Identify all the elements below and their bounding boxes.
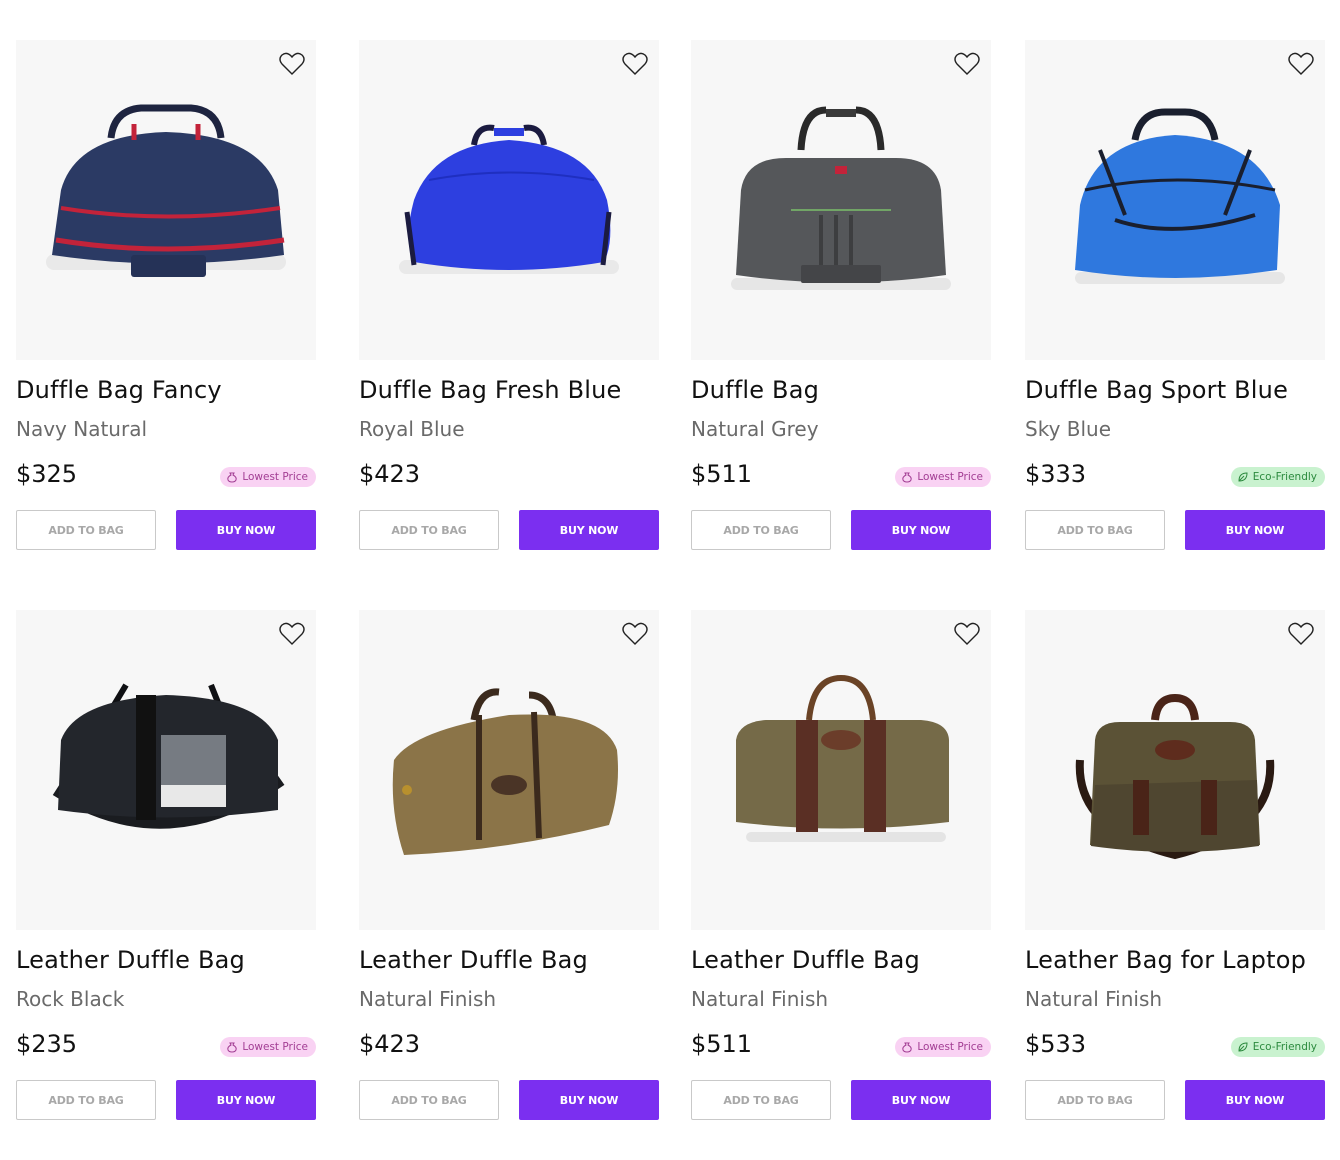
product-price: $423	[359, 460, 421, 488]
heart-icon[interactable]	[1287, 620, 1315, 648]
product-variant: Royal Blue	[359, 417, 465, 441]
product-price: $333	[1025, 460, 1087, 488]
lowest-price-badge: Lowest Price	[895, 467, 991, 487]
heart-icon[interactable]	[621, 620, 649, 648]
buy-now-button[interactable]: BUY NOW	[1185, 510, 1325, 550]
product-title[interactable]: Leather Duffle Bag	[691, 946, 920, 974]
product-image[interactable]	[691, 40, 991, 360]
product-price: $533	[1025, 1030, 1087, 1058]
buy-now-button[interactable]: BUY NOW	[519, 1080, 659, 1120]
buy-now-button[interactable]: BUY NOW	[1185, 1080, 1325, 1120]
product-title[interactable]: Duffle Bag Fancy	[16, 376, 222, 404]
product-title[interactable]: Duffle Bag	[691, 376, 819, 404]
product-card[interactable]: Duffle Bag Fresh Blue Royal Blue $423 AD…	[359, 40, 659, 550]
money-bag-icon	[902, 472, 912, 483]
product-card[interactable]: Duffle Bag Natural Grey $511 Lowest Pric…	[691, 40, 991, 550]
add-to-bag-button[interactable]: ADD TO BAG	[691, 510, 831, 550]
badge-label: Lowest Price	[242, 1041, 308, 1053]
product-image[interactable]	[1025, 610, 1325, 930]
buy-now-button[interactable]: BUY NOW	[176, 510, 316, 550]
money-bag-icon	[902, 1042, 912, 1053]
add-to-bag-button[interactable]: ADD TO BAG	[16, 510, 156, 550]
product-card[interactable]: Leather Duffle Bag Natural Finish $423 A…	[359, 610, 659, 1120]
product-variant: Natural Finish	[691, 987, 829, 1011]
product-image[interactable]	[1025, 40, 1325, 360]
product-card[interactable]: Leather Duffle Bag Rock Black $235 Lowes…	[16, 610, 316, 1120]
add-to-bag-button[interactable]: ADD TO BAG	[691, 1080, 831, 1120]
add-to-bag-button[interactable]: ADD TO BAG	[359, 1080, 499, 1120]
heart-icon[interactable]	[278, 620, 306, 648]
product-card[interactable]: Leather Duffle Bag Natural Finish $511 L…	[691, 610, 991, 1120]
product-image[interactable]	[691, 610, 991, 930]
badge-label: Eco-Friendly	[1252, 471, 1317, 483]
buy-now-button[interactable]: BUY NOW	[519, 510, 659, 550]
product-card[interactable]: Leather Bag for Laptop Natural Finish $5…	[1025, 610, 1325, 1120]
badge-label: Eco-Friendly	[1252, 1041, 1317, 1053]
duffle-bag-image	[1075, 108, 1285, 284]
product-title[interactable]: Duffle Bag Fresh Blue	[359, 376, 622, 404]
badge-label: Lowest Price	[917, 1041, 983, 1053]
money-bag-icon	[227, 472, 237, 483]
eco-friendly-badge: Eco-Friendly	[1230, 1037, 1325, 1057]
product-card[interactable]: Duffle Bag Sport Blue Sky Blue $333 Eco-…	[1025, 40, 1325, 550]
buy-now-button[interactable]: BUY NOW	[176, 1080, 316, 1120]
add-to-bag-button[interactable]: ADD TO BAG	[1025, 510, 1165, 550]
duffle-bag-image	[736, 674, 949, 842]
duffle-bag-image	[399, 124, 619, 274]
product-price: $235	[16, 1030, 78, 1058]
product-price: $325	[16, 460, 78, 488]
product-variant: Natural Grey	[691, 417, 819, 441]
product-title[interactable]: Leather Duffle Bag	[359, 946, 588, 974]
duffle-bag-image	[731, 106, 951, 290]
heart-icon[interactable]	[953, 620, 981, 648]
product-variant: Natural Finish	[359, 987, 497, 1011]
heart-icon[interactable]	[278, 50, 306, 78]
badge-label: Lowest Price	[242, 471, 308, 483]
product-image[interactable]	[16, 610, 316, 930]
product-price: $423	[359, 1030, 421, 1058]
product-variant: Natural Finish	[1025, 987, 1163, 1011]
product-image[interactable]	[16, 40, 316, 360]
product-title[interactable]: Leather Duffle Bag	[16, 946, 245, 974]
product-image[interactable]	[359, 610, 659, 930]
product-variant: Navy Natural	[16, 417, 148, 441]
product-card[interactable]: Duffle Bag Fancy Navy Natural $325 Lowes…	[16, 40, 316, 550]
add-to-bag-button[interactable]: ADD TO BAG	[1025, 1080, 1165, 1120]
product-price: $511	[691, 1030, 753, 1058]
leaf-icon	[1238, 472, 1248, 482]
add-to-bag-button[interactable]: ADD TO BAG	[359, 510, 499, 550]
buy-now-button[interactable]: BUY NOW	[851, 1080, 991, 1120]
leaf-icon	[1238, 1042, 1248, 1052]
product-price: $511	[691, 460, 753, 488]
add-to-bag-button[interactable]: ADD TO BAG	[16, 1080, 156, 1120]
product-title[interactable]: Duffle Bag Sport Blue	[1025, 376, 1288, 404]
heart-icon[interactable]	[1287, 50, 1315, 78]
laptop-bag-image	[1075, 693, 1275, 860]
product-image[interactable]	[359, 40, 659, 360]
product-title[interactable]: Leather Bag for Laptop	[1025, 946, 1306, 974]
heart-icon[interactable]	[621, 50, 649, 78]
heart-icon[interactable]	[953, 50, 981, 78]
money-bag-icon	[227, 1042, 237, 1053]
eco-friendly-badge: Eco-Friendly	[1230, 467, 1325, 487]
product-variant: Rock Black	[16, 987, 125, 1011]
lowest-price-badge: Lowest Price	[220, 1037, 316, 1057]
buy-now-button[interactable]: BUY NOW	[851, 510, 991, 550]
lowest-price-badge: Lowest Price	[895, 1037, 991, 1057]
duffle-bag-image	[52, 683, 285, 829]
duffle-bag-image	[46, 104, 286, 277]
duffle-bag-image	[392, 688, 618, 855]
badge-label: Lowest Price	[917, 471, 983, 483]
lowest-price-badge: Lowest Price	[220, 467, 316, 487]
product-variant: Sky Blue	[1025, 417, 1112, 441]
